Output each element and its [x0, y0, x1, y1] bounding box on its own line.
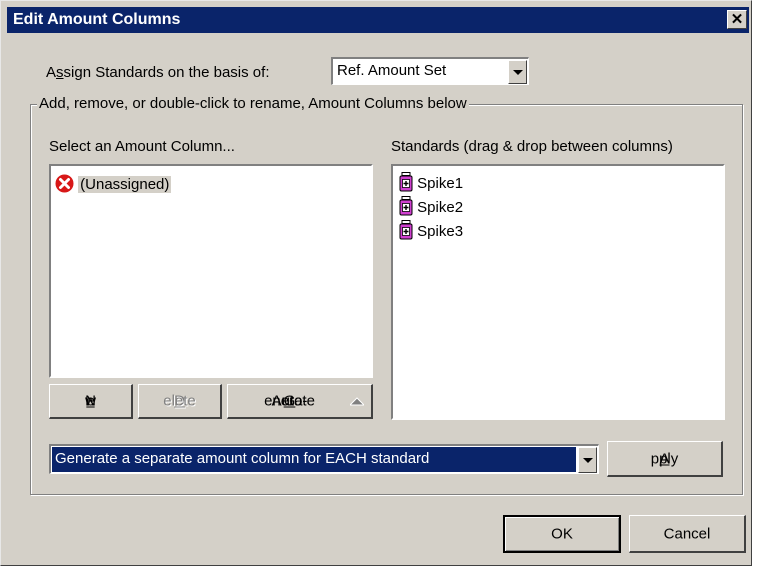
generate-mode-value: Generate a separate amount column for EA… — [55, 450, 430, 467]
standards-list[interactable]: Spike1 Spike2 Spike3 — [391, 164, 725, 420]
list-item-label: Spike2 — [417, 199, 464, 216]
amount-columns-list[interactable]: (Unassigned) — [49, 164, 373, 378]
error-x-icon — [55, 174, 74, 193]
auto-generate-button[interactable]: Auto- Generate — [227, 384, 373, 419]
edit-amount-columns-dialog: Edit Amount Columns ✕ Assign Standards o… — [0, 0, 752, 566]
assign-basis-dropdown-button[interactable] — [508, 60, 527, 84]
cancel-button[interactable]: Cancel — [629, 515, 746, 553]
list-item[interactable]: Spike2 — [399, 196, 463, 216]
triangle-up-icon — [350, 397, 364, 406]
title-bar[interactable]: Edit Amount Columns ✕ — [7, 7, 749, 33]
new-button[interactable]: New — [49, 384, 133, 419]
amount-columns-label: Select an Amount Column... — [49, 138, 235, 155]
vial-icon — [399, 172, 413, 192]
assign-standards-label: Assign Standards on the basis of: — [46, 64, 270, 81]
assign-basis-value: Ref. Amount Set — [337, 62, 447, 79]
vial-icon — [399, 196, 413, 216]
apply-button[interactable]: Apply — [607, 441, 723, 477]
list-item-label: Spike3 — [417, 223, 464, 240]
standards-label: Standards (drag & drop between columns) — [391, 138, 673, 155]
list-item[interactable]: Spike1 — [399, 172, 463, 192]
list-item-label: (Unassigned) — [78, 176, 172, 193]
assign-basis-select[interactable]: Ref. Amount Set — [331, 57, 529, 85]
chevron-down-icon — [582, 458, 593, 463]
list-item[interactable]: (Unassigned) — [55, 174, 172, 193]
chevron-down-icon — [512, 70, 523, 75]
close-button[interactable]: ✕ — [727, 10, 747, 29]
delete-button[interactable]: Delete — [138, 384, 222, 419]
generate-mode-dropdown-button[interactable] — [578, 447, 597, 473]
list-item[interactable]: Spike3 — [399, 220, 463, 240]
vial-icon — [399, 220, 413, 240]
generate-mode-select[interactable]: Generate a separate amount column for EA… — [49, 444, 599, 474]
ok-button[interactable]: OK — [503, 515, 621, 553]
group-label: Add, remove, or double-click to rename, … — [37, 95, 469, 112]
dialog-title: Edit Amount Columns — [13, 11, 181, 28]
close-icon: ✕ — [730, 11, 744, 28]
list-item-label: Spike1 — [417, 175, 464, 192]
